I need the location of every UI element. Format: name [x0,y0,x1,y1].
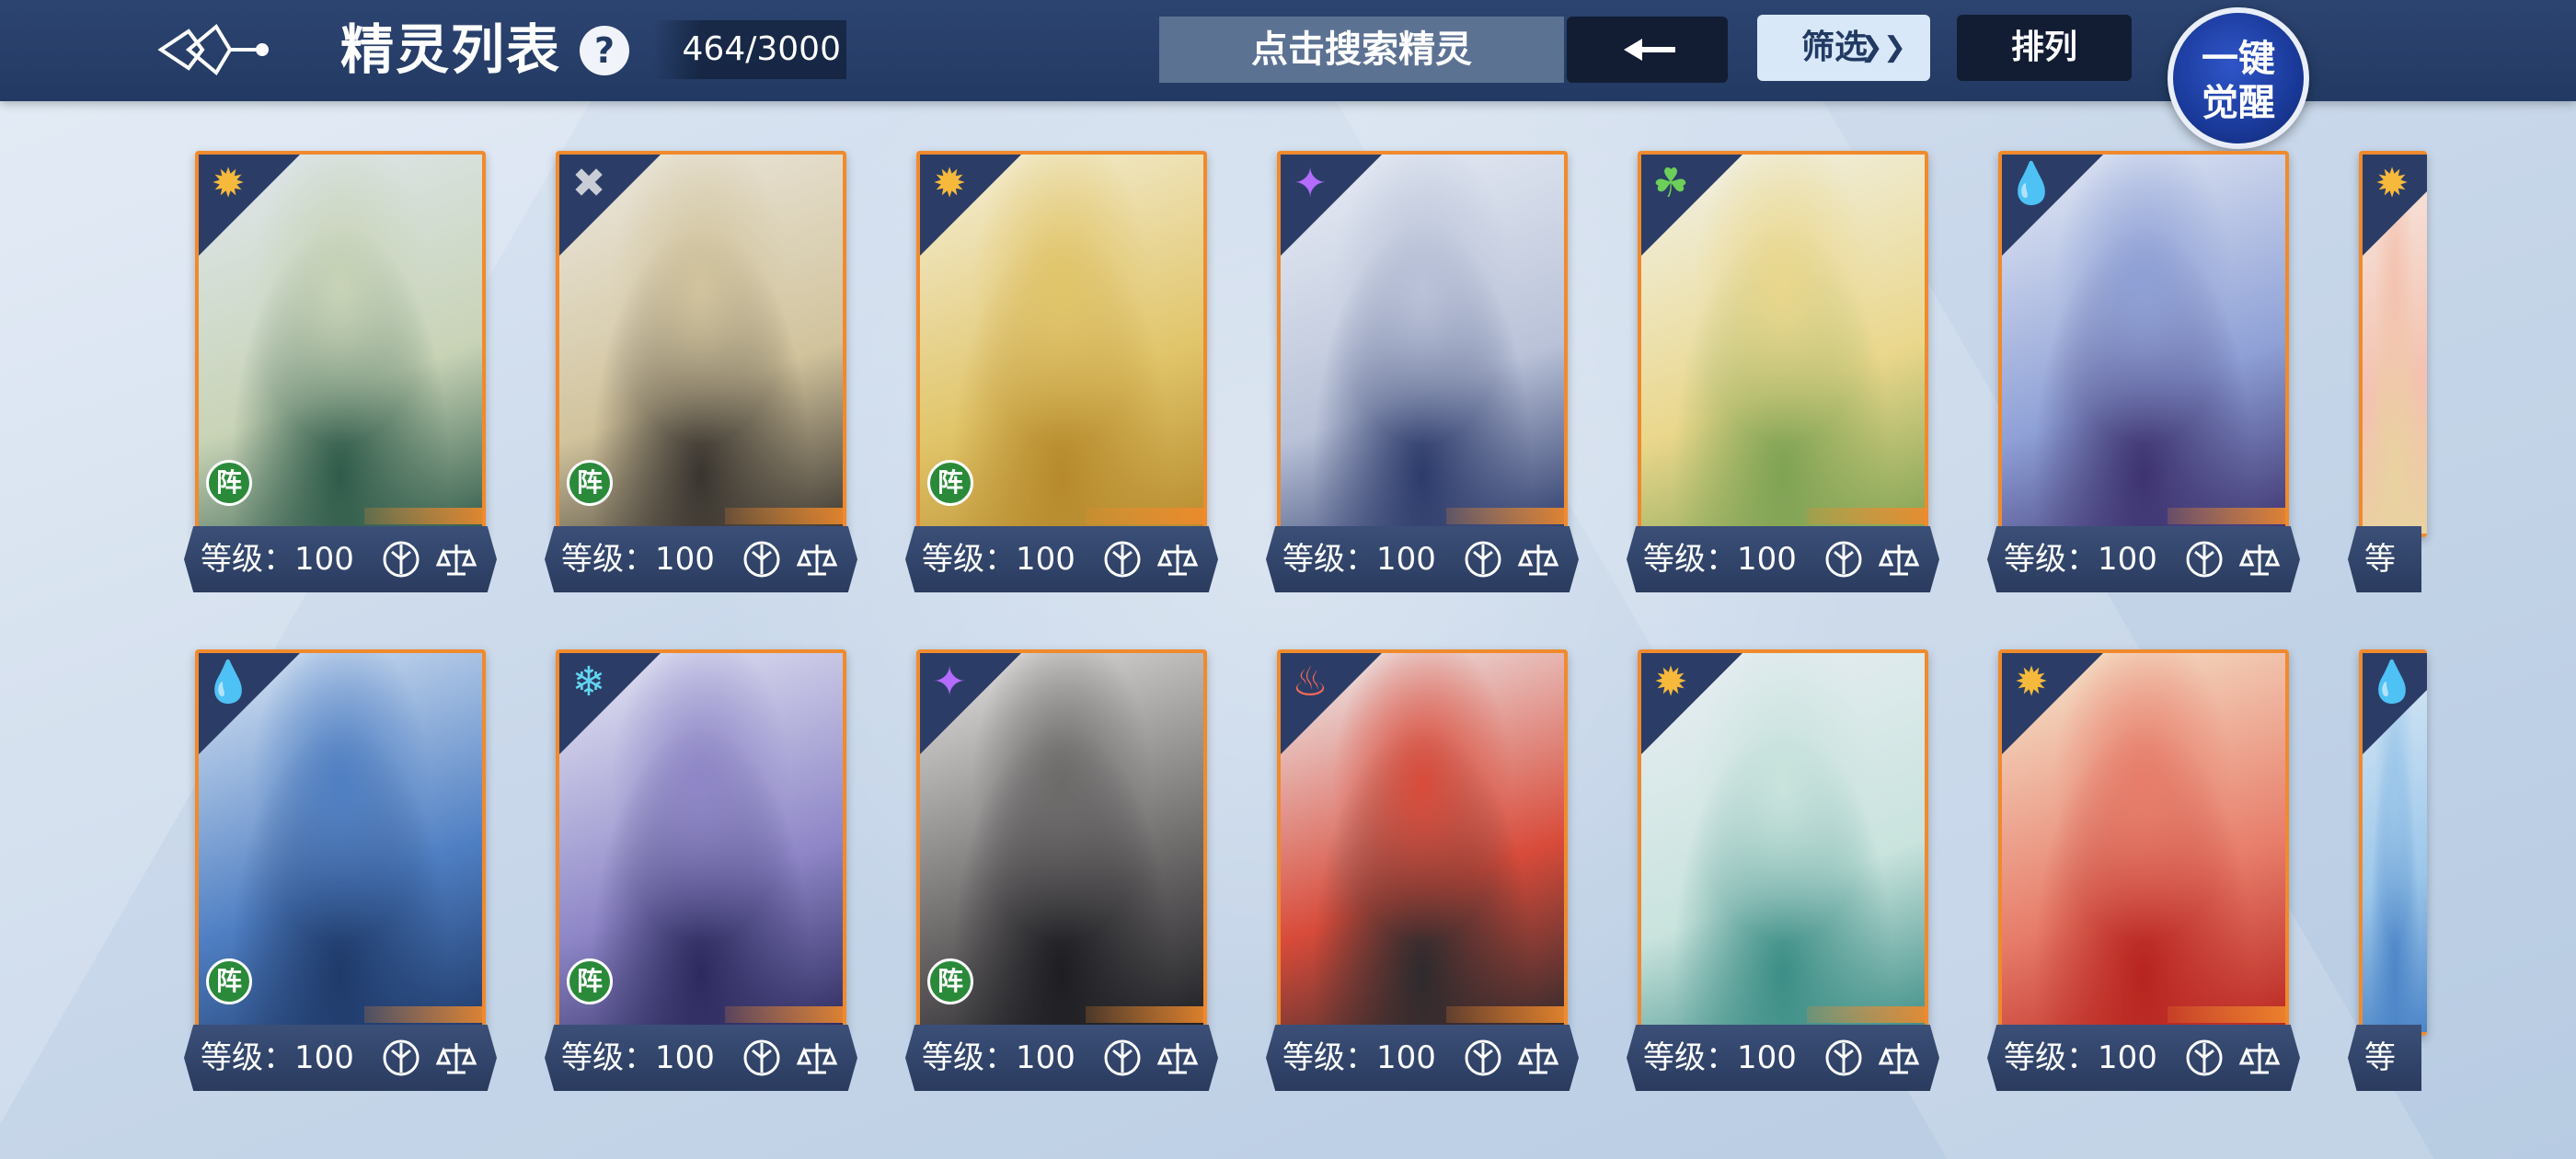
spirit-card[interactable]: ✹ 阵等级：100 [184,151,506,592]
level-label: 等级：100 [561,1039,715,1076]
level-label: 等级：100 [922,1039,1075,1076]
signature-strip [2168,508,2287,524]
element-fire-icon: ♨ [1292,659,1328,706]
level-label: 等级：100 [201,541,354,578]
signature-strip [1446,508,1566,524]
level-label: 等级：100 [201,1039,354,1076]
balance-scale-icon [2238,1043,2281,1074]
balance-scale-icon [2238,545,2281,576]
level-plate: 等级：100 [184,1025,497,1091]
element-water-icon: 💧 [2006,160,2057,207]
level-plate: 等级 [2348,526,2421,592]
formation-badge: 阵 [567,460,613,506]
spirit-card[interactable]: ✦ 等级：100 [1266,151,1588,592]
level-plate: 等级：100 [1627,526,1939,592]
signature-strip [1807,508,1926,524]
signature-strip [364,1006,484,1023]
level-label: 等级：100 [2004,541,2157,578]
signature-strip [1086,1006,1205,1023]
level-label: 等级：100 [1643,1039,1797,1076]
formation-badge: 阵 [927,958,973,1004]
spirit-card[interactable]: ✹ 等级 [2348,151,2427,592]
level-label: 等级 [2364,1039,2396,1142]
level-plate: 等级：100 [1987,526,2300,592]
element-light-icon: ✹ [2014,659,2049,706]
element-light-icon: ✹ [2375,160,2409,207]
level-plate: 等级：100 [1627,1025,1939,1091]
level-label: 等级：100 [922,541,1075,578]
level-label: 等级：100 [1282,541,1436,578]
element-neutral-icon: ✖ [571,160,606,207]
spirit-card[interactable]: 💧 等级：100 [1987,151,2309,592]
level-plate: 等级：100 [1266,1025,1579,1091]
signature-strip [1446,1006,1566,1023]
trait-emblem-icon [1465,541,1501,578]
trait-emblem-icon [743,541,780,578]
element-shadow-icon: ✦ [1293,160,1328,207]
trait-emblem-icon [1465,1039,1501,1076]
spirit-card[interactable]: ✖ 阵等级：100 [545,151,867,592]
signature-strip [725,1006,845,1023]
trait-emblem-icon [383,1039,420,1076]
spirit-grid: ✹ 阵等级：100 ✖ 阵等级：100 ✹ 阵等级：100 ✦ 等级：100 ☘ 等级：100 💧 等… [0,0,2576,1159]
element-shadow-icon: ✦ [932,659,967,706]
balance-scale-icon [1156,545,1199,576]
signature-strip [1807,1006,1926,1023]
balance-scale-icon [1878,545,1920,576]
spirit-card[interactable]: ♨ 等级：100 [1266,649,1588,1091]
spirit-card[interactable]: ✹ 等级：100 [1627,649,1949,1091]
trait-emblem-icon [1104,1039,1141,1076]
spirit-card[interactable]: ✦ 阵等级：100 [905,649,1227,1091]
level-label: 等级：100 [2004,1039,2157,1076]
trait-emblem-icon [2186,541,2223,578]
element-light-icon: ✹ [1653,659,1688,706]
balance-scale-icon [435,545,477,576]
spirit-card[interactable]: ✹ 等级：100 [1987,649,2309,1091]
spirit-card[interactable]: 💧 等级 [2348,649,2427,1091]
signature-strip [1086,508,1205,524]
spirit-card[interactable]: 💧 阵等级：100 [184,649,506,1091]
level-plate: 等级：100 [545,1025,857,1091]
element-grass-icon: ☘ [1652,160,1689,207]
formation-badge: 阵 [206,958,252,1004]
signature-strip [2168,1006,2287,1023]
spirit-card[interactable]: ❄ 阵等级：100 [545,649,867,1091]
level-label: 等级：100 [561,541,715,578]
signature-strip [364,508,484,524]
level-label: 等级 [2364,541,2396,644]
level-plate: 等级：100 [1266,526,1579,592]
balance-scale-icon [1156,1043,1199,1074]
balance-scale-icon [1517,545,1559,576]
balance-scale-icon [796,545,838,576]
balance-scale-icon [796,1043,838,1074]
trait-emblem-icon [1104,541,1141,578]
trait-emblem-icon [2186,1039,2223,1076]
level-label: 等级：100 [1643,541,1797,578]
level-plate: 等级：100 [905,1025,1218,1091]
formation-badge: 阵 [567,958,613,1004]
level-plate: 等级：100 [905,526,1218,592]
trait-emblem-icon [1825,1039,1862,1076]
trait-emblem-icon [1825,541,1862,578]
balance-scale-icon [1878,1043,1920,1074]
balance-scale-icon [1517,1043,1559,1074]
element-ice-icon: ❄ [571,659,606,706]
level-label: 等级：100 [1282,1039,1436,1076]
spirit-card[interactable]: ✹ 阵等级：100 [905,151,1227,592]
level-plate: 等级：100 [1987,1025,2300,1091]
element-water-icon: 💧 [2366,659,2418,706]
signature-strip [725,508,845,524]
level-plate: 等级：100 [545,526,857,592]
trait-emblem-icon [743,1039,780,1076]
formation-badge: 阵 [206,460,252,506]
element-light-icon: ✹ [211,160,246,207]
trait-emblem-icon [383,541,420,578]
level-plate: 等级 [2348,1025,2421,1091]
element-water-icon: 💧 [202,659,254,706]
balance-scale-icon [435,1043,477,1074]
formation-badge: 阵 [927,460,973,506]
level-plate: 等级：100 [184,526,497,592]
element-light-icon: ✹ [932,160,967,207]
spirit-card[interactable]: ☘ 等级：100 [1627,151,1949,592]
